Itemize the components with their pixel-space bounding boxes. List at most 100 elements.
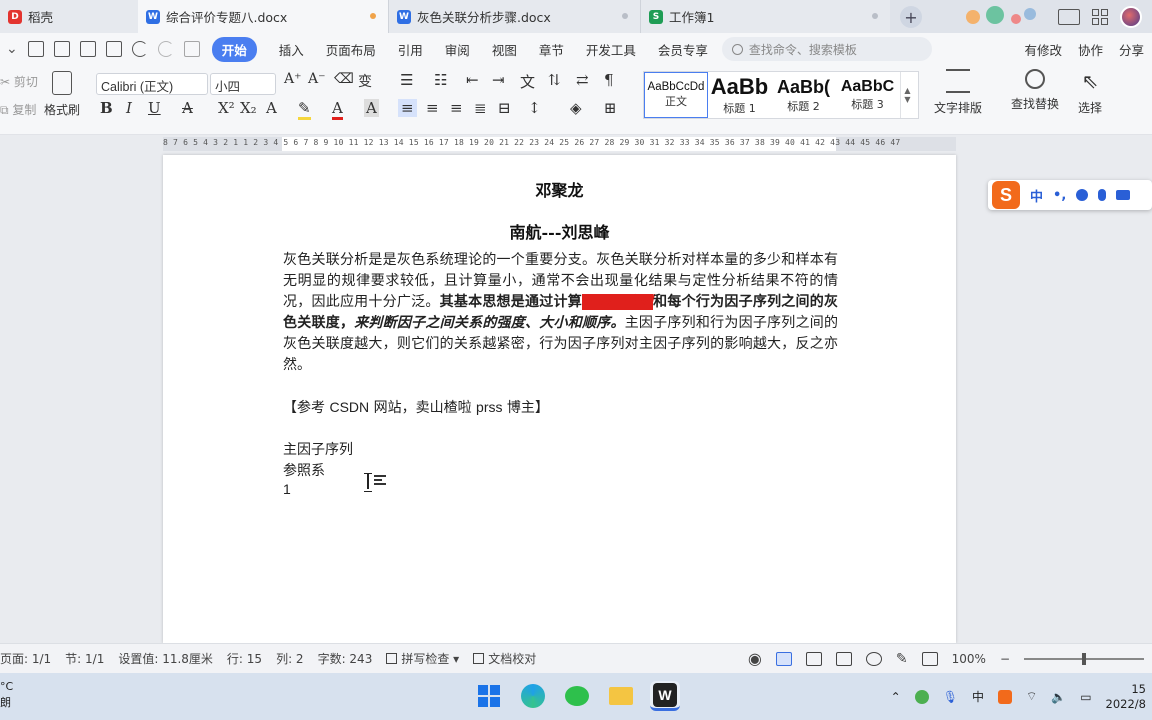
find-replace-button[interactable]: 查找替换 (1011, 69, 1059, 112)
font-size-select[interactable]: 小四 (210, 73, 276, 95)
start-menu-button[interactable] (474, 681, 504, 711)
pen-icon[interactable]: ✎ (896, 651, 908, 667)
text-direction-icon[interactable]: ⇄ (576, 71, 589, 89)
line-spacing-icon[interactable]: ↕ (528, 99, 541, 117)
document-page[interactable]: 邓聚龙 南航---刘思峰 灰色关联分析是是灰色系统理论的一个重要分支。灰色关联分… (163, 155, 956, 643)
tab-doc-active[interactable]: W 综合评价专题八.docx (138, 0, 388, 33)
tab-close-dot-icon[interactable] (872, 13, 878, 19)
pinyin-icon[interactable]: 变 (358, 71, 372, 91)
zoom-out-icon[interactable]: − (1000, 652, 1010, 666)
cut-button[interactable]: ✂ 剪切 (0, 73, 38, 90)
microphone-icon[interactable]: 🎙 (943, 690, 958, 704)
text-layout-button[interactable]: 文字排版 (934, 69, 982, 116)
tab-workbook[interactable]: S 工作簿1 (640, 0, 890, 33)
punctuation-icon[interactable]: •, (1053, 188, 1066, 203)
menu-chevron-icon[interactable]: ⌄ (6, 41, 18, 57)
style-heading-3[interactable]: AaBbC 标题 3 (836, 72, 900, 118)
select-button[interactable]: ⇖ 选择 (1078, 69, 1102, 116)
increase-indent-icon[interactable]: ⇥ (492, 71, 505, 89)
print-icon[interactable] (79, 41, 96, 57)
sort-icon[interactable]: ⇅ (548, 71, 561, 89)
style-heading-1[interactable]: AaBb 标题 1 (708, 72, 772, 118)
apps-grid-icon[interactable] (1092, 8, 1108, 25)
has-changes-button[interactable]: 有修改 (1024, 40, 1062, 59)
save-icon[interactable] (27, 41, 44, 57)
body-paragraph[interactable]: 灰色关联分析是是灰色系统理论的一个重要分支。灰色关联分析对样本量的多少和样本有无… (283, 250, 838, 376)
horizontal-ruler[interactable]: 8 7 6 5 4 3 2 1 1 2 3 4 5 6 7 8 9 10 11 … (0, 135, 1152, 155)
collaborate-button[interactable]: 协作 (1078, 40, 1103, 59)
fit-page-icon[interactable] (921, 651, 938, 666)
tab-view[interactable]: 视图 (492, 40, 517, 59)
clear-format-icon[interactable]: ⌫ (334, 71, 354, 87)
outline-view-icon[interactable] (805, 651, 822, 666)
style-heading-2[interactable]: AaBb( 标题 2 (772, 72, 836, 118)
clock[interactable]: 15 2022/8 (1106, 682, 1146, 712)
shading-fill-icon[interactable]: ◈ (570, 99, 582, 117)
emoji-icon[interactable] (1076, 189, 1089, 201)
tab-member[interactable]: 会员专享 (658, 40, 708, 59)
wifi-icon[interactable]: ⌔ (1026, 689, 1037, 704)
sogou-tray-icon[interactable] (997, 689, 1012, 704)
edge-browser-button[interactable] (518, 681, 548, 711)
numbering-icon[interactable]: ☷ (434, 71, 447, 89)
tab-section[interactable]: 章节 (539, 40, 564, 59)
highlight-icon[interactable]: ✎ (298, 99, 311, 120)
subscript-icon[interactable]: X₂ (240, 99, 257, 117)
char-shading-icon[interactable]: A (364, 99, 379, 117)
ime-lang[interactable]: 中 (1030, 186, 1043, 205)
superscript-icon[interactable]: X² (218, 99, 235, 117)
underline-icon[interactable]: U (148, 99, 161, 117)
zoom-handle[interactable] (1082, 652, 1086, 665)
borders-icon[interactable]: ⊞ (604, 99, 617, 117)
tab-references[interactable]: 引用 (398, 40, 423, 59)
microphone-icon[interactable] (1098, 189, 1107, 201)
wechat-button[interactable] (562, 681, 592, 711)
file-explorer-button[interactable] (606, 681, 636, 711)
show-marks-icon[interactable]: ¶ (604, 71, 614, 89)
distribute-icon[interactable]: ⊟ (498, 99, 511, 117)
wps-office-button[interactable]: W (650, 681, 680, 711)
redo-icon[interactable] (157, 41, 174, 57)
undo-icon[interactable] (131, 41, 148, 57)
proofread-button[interactable]: 文档校对 (473, 650, 536, 667)
grow-font-icon[interactable]: A⁺ (284, 71, 302, 87)
web-view-icon[interactable] (865, 651, 882, 666)
zoom-level[interactable]: 100% (952, 652, 986, 666)
decrease-indent-icon[interactable]: ⇤ (466, 71, 479, 89)
align-right-icon[interactable]: ≡ (450, 99, 463, 117)
ime-mode-icon[interactable]: 中 (972, 688, 984, 705)
status-page[interactable]: 页面: 1/1 (0, 650, 51, 667)
avatar[interactable] (1120, 5, 1142, 28)
new-tab-button[interactable]: + (900, 6, 922, 28)
reading-view-icon[interactable] (835, 651, 852, 666)
paste-format-icon[interactable] (183, 41, 200, 57)
tab-docer[interactable]: D 稻壳 (0, 0, 138, 33)
tab-start[interactable]: 开始 (211, 36, 257, 62)
tab-doc-2[interactable]: W 灰色关联分析步骤.docx (388, 0, 640, 33)
share-button[interactable]: 分享 (1119, 40, 1144, 59)
tab-page-layout[interactable]: 页面布局 (326, 40, 376, 59)
window-layout-icon[interactable] (1058, 8, 1080, 25)
font-name-select[interactable]: Calibri (正文) (96, 73, 208, 95)
export-pdf-icon[interactable] (53, 41, 70, 57)
tray-app-icon[interactable] (914, 689, 929, 704)
font-color-icon[interactable]: A (332, 99, 343, 120)
strikethrough-icon[interactable]: A (182, 99, 193, 117)
style-gallery-scroll[interactable]: ▲ ▼ (900, 72, 914, 118)
align-left-icon[interactable]: ≡ (398, 99, 417, 117)
weather-widget[interactable]: °C 朗 (0, 679, 13, 711)
spellcheck-toggle[interactable]: 拼写检查 ▾ (386, 650, 459, 667)
tab-developer[interactable]: 开发工具 (586, 40, 636, 59)
chinese-layout-icon[interactable]: 文 (520, 71, 535, 92)
text-effect-icon[interactable]: A (266, 99, 277, 117)
ime-toolbar[interactable]: S 中 •, (988, 180, 1152, 210)
align-center-icon[interactable]: ≡ (426, 99, 439, 117)
keyboard-icon[interactable] (1116, 190, 1131, 200)
print-preview-icon[interactable] (105, 41, 122, 57)
command-search[interactable]: 查找命令、搜索模板 (721, 37, 932, 61)
bold-icon[interactable]: B (100, 99, 113, 117)
justify-icon[interactable]: ≣ (474, 99, 487, 117)
battery-icon[interactable]: ▭ (1080, 690, 1091, 704)
tab-insert[interactable]: 插入 (279, 40, 304, 59)
format-painter-button[interactable]: 格式刷 (44, 71, 80, 118)
